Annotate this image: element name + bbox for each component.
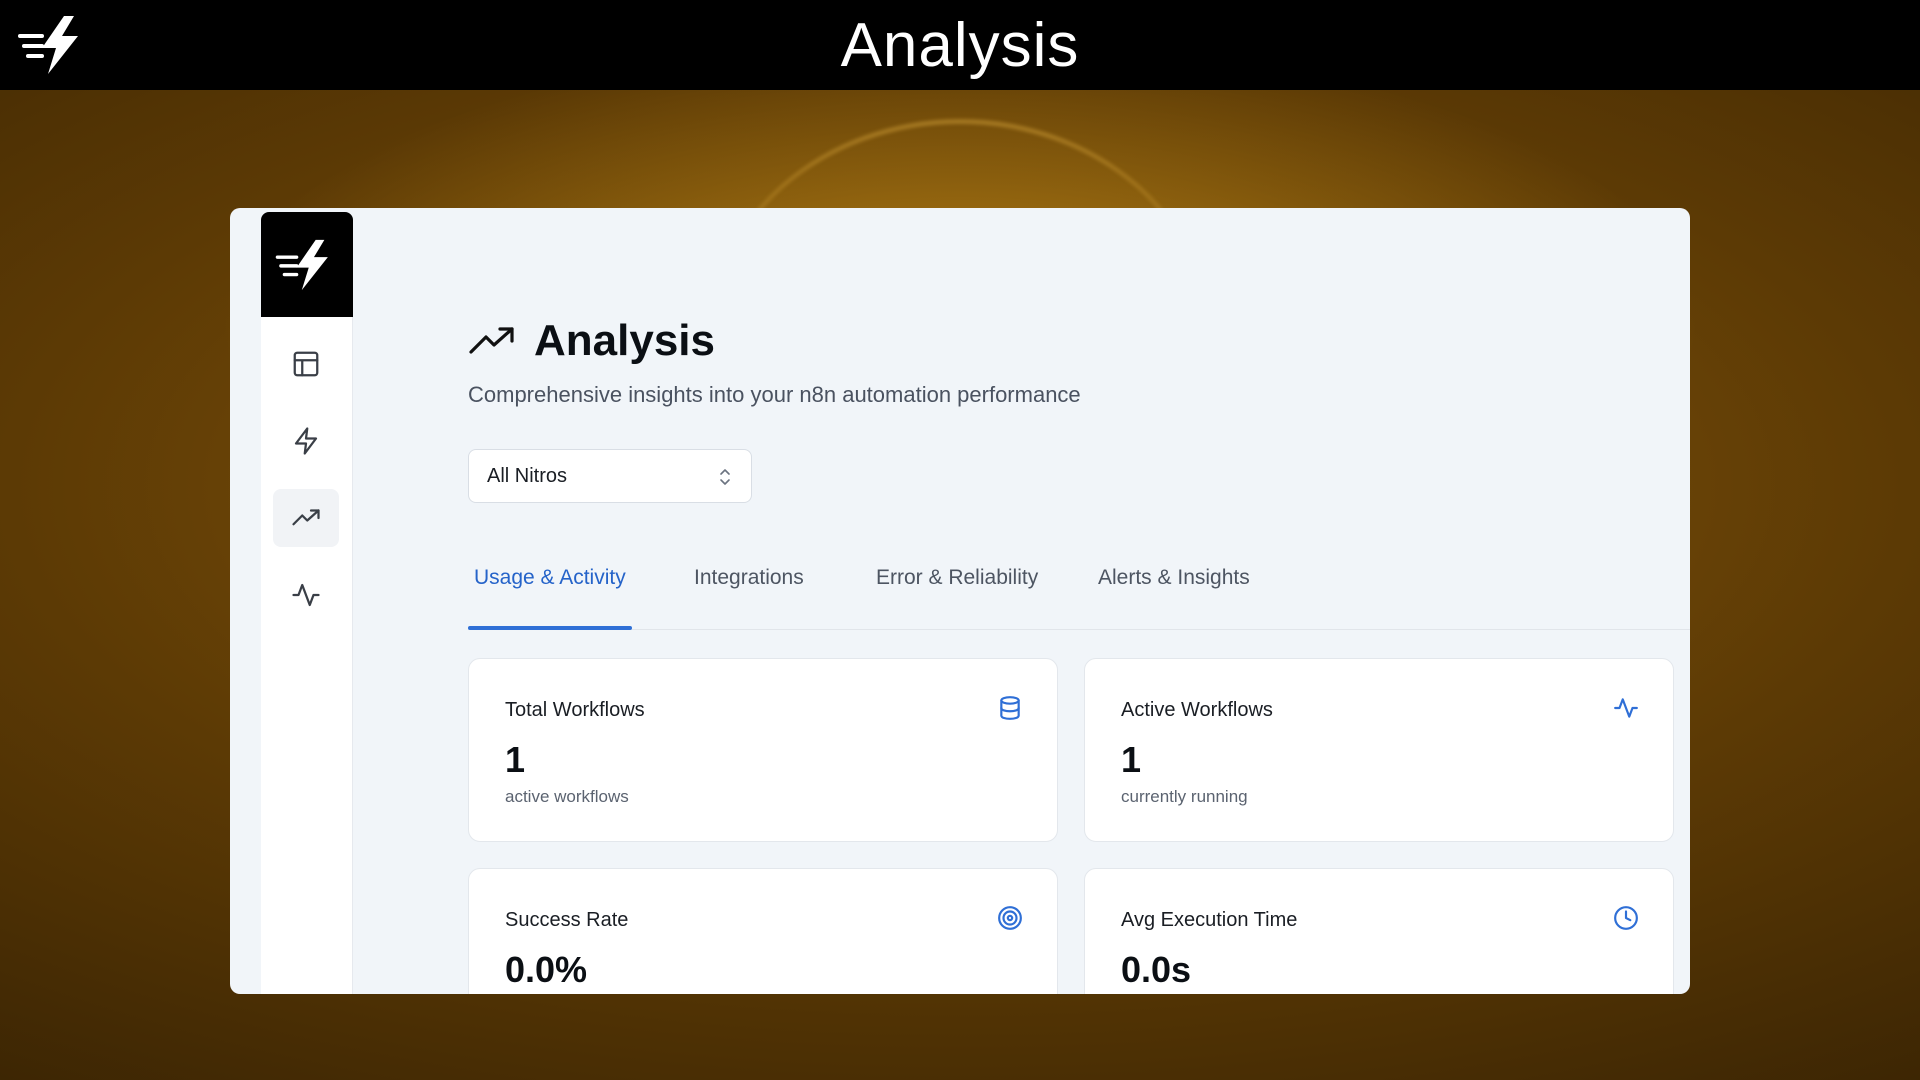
sidebar-logo[interactable] <box>261 212 353 317</box>
tab-usage-activity[interactable]: Usage & Activity <box>468 560 632 630</box>
tab-alerts-insights[interactable]: Alerts & Insights <box>1098 560 1250 628</box>
tab-integrations[interactable]: Integrations <box>694 560 804 628</box>
layout-icon <box>293 351 319 377</box>
sidebar-item-analysis[interactable] <box>273 489 339 547</box>
stat-value: 1 <box>505 739 526 780</box>
clock-icon <box>1613 905 1639 931</box>
nitro-filter-value: All Nitros <box>487 464 568 487</box>
stat-card-active-workflows: Active Workflows 1 currently running <box>1084 658 1674 842</box>
banner-title: Analysis <box>840 10 1080 80</box>
lightning-logo-icon <box>275 239 328 290</box>
page-subtitle: Comprehensive insights into your n8n aut… <box>468 382 1081 407</box>
nitro-filter-select[interactable]: All Nitros <box>468 449 752 503</box>
sidebar-item-dashboard[interactable] <box>273 335 339 393</box>
chevron-up-down-icon <box>720 469 730 485</box>
top-banner: Analysis <box>0 0 1920 90</box>
page-header: Analysis <box>468 316 715 366</box>
bolt-icon <box>294 427 318 455</box>
stat-card-total-workflows: Total Workflows 1 active workflows <box>468 658 1058 842</box>
app-window: Analysis Comprehensive insights into you… <box>230 208 1690 994</box>
stat-note: active workflows <box>505 787 629 806</box>
stat-value: 0.0s <box>1121 949 1192 990</box>
lightning-logo-icon <box>18 16 78 74</box>
stat-value: 1 <box>1121 739 1142 780</box>
stat-label: Active Workflows <box>1121 699 1273 721</box>
sidebar <box>261 212 353 994</box>
main-content: Analysis Comprehensive insights into you… <box>468 208 1690 994</box>
tab-error-reliability[interactable]: Error & Reliability <box>876 560 1038 628</box>
activity-icon <box>1613 695 1639 721</box>
tab-bar: Usage & Activity Integrations Error & Re… <box>468 560 1690 630</box>
page-title: Analysis <box>534 316 715 365</box>
trending-up-icon <box>469 327 514 354</box>
sidebar-item-activity[interactable] <box>273 566 339 624</box>
trending-up-icon <box>292 509 320 526</box>
activity-icon <box>292 583 320 607</box>
stat-label: Avg Execution Time <box>1121 909 1298 931</box>
stat-label: Total Workflows <box>505 699 645 721</box>
stat-card-avg-execution-time: Avg Execution Time 0.0s <box>1084 868 1674 994</box>
stat-label: Success Rate <box>505 909 629 931</box>
target-icon <box>997 905 1023 931</box>
sidebar-item-nitros[interactable] <box>273 412 339 470</box>
stat-note: currently running <box>1121 787 1248 806</box>
database-icon <box>997 695 1023 721</box>
stat-value: 0.0% <box>505 949 588 990</box>
stat-card-success-rate: Success Rate 0.0% <box>468 868 1058 994</box>
